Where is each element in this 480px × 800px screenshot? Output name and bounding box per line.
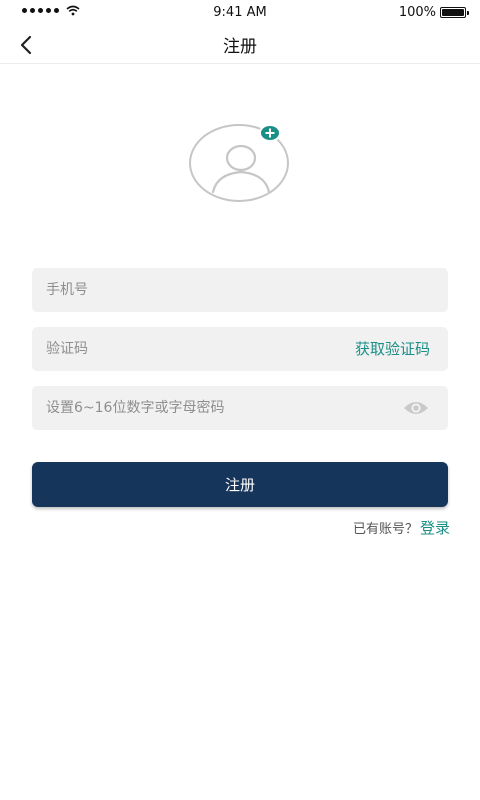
get-code-button[interactable]: 获取验证码: [355, 327, 430, 371]
nav-bar: 注册: [0, 26, 480, 64]
code-input[interactable]: [46, 327, 326, 371]
login-prompt-text: 已有账号？: [352, 522, 418, 537]
register-button[interactable]: 注册: [32, 462, 448, 507]
eye-icon[interactable]: [402, 398, 430, 418]
avatar-upload-button[interactable]: [189, 124, 291, 204]
back-button[interactable]: [12, 30, 42, 60]
login-link[interactable]: 登录: [420, 517, 450, 538]
phone-field: [32, 268, 448, 312]
battery-icon: [440, 7, 469, 18]
plus-icon[interactable]: [259, 124, 281, 142]
login-prompt: 已有账号？ 登录: [353, 517, 450, 538]
battery-percent: 100%: [398, 5, 436, 20]
phone-input[interactable]: [46, 268, 326, 312]
chevron-left-icon: [20, 35, 32, 55]
page-title: 注册: [223, 37, 257, 57]
password-field: [32, 386, 448, 430]
password-input[interactable]: [46, 386, 326, 430]
register-screen: 9:41 AM 100% 注册 手机号 验证码 获取验证码 注册 已有账号？ 登…: [0, 0, 480, 800]
battery-indicator: 100%: [398, 5, 469, 20]
code-field: 获取验证码: [32, 327, 448, 371]
status-bar: 9:41 AM 100%: [0, 0, 480, 26]
